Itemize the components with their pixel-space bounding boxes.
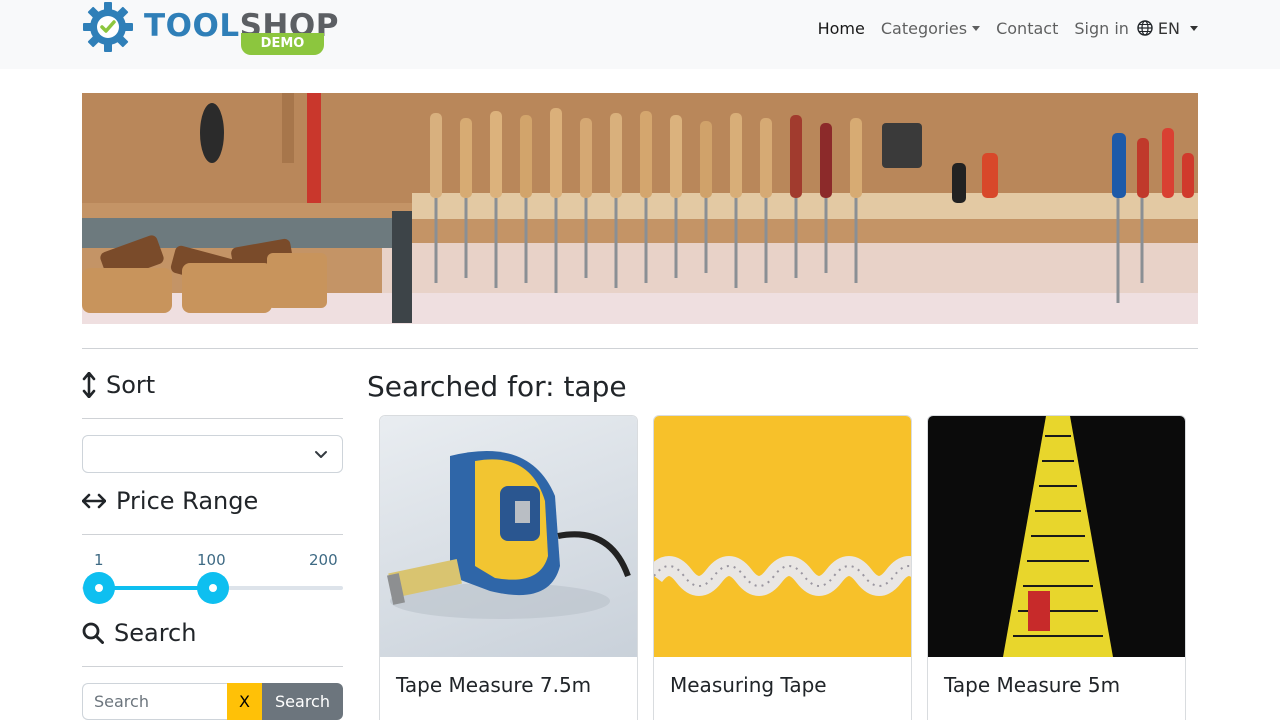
price-range-min-handle[interactable] <box>83 572 115 604</box>
horizontal-arrows-icon <box>82 493 106 509</box>
nav-categories-label: Categories <box>880 18 968 38</box>
divider <box>82 534 343 535</box>
search-icon <box>82 622 104 644</box>
sort-arrows-icon <box>82 372 96 398</box>
language-dropdown[interactable]: EN <box>1129 19 1198 38</box>
nav-categories-dropdown[interactable]: Categories <box>873 19 988 38</box>
price-value-label: 100 <box>197 551 226 569</box>
clear-search-button[interactable]: X <box>227 683 262 720</box>
product-name: Tape Measure 5m <box>944 673 1121 697</box>
search-heading-label: Search <box>114 619 197 647</box>
product-card[interactable]: Tape Measure 7.5m <box>379 415 638 720</box>
product-card[interactable]: Tape Measure 5m <box>927 415 1186 720</box>
product-name: Measuring Tape <box>670 673 827 697</box>
search-input[interactable] <box>82 683 227 720</box>
price-range-heading-label: Price Range <box>116 487 259 515</box>
divider <box>82 666 343 667</box>
sort-heading-label: Sort <box>106 371 156 399</box>
price-range-heading: Price Range <box>82 487 258 515</box>
search-results-title: Searched for: tape <box>367 370 627 403</box>
divider <box>82 418 343 419</box>
chevron-down-icon <box>315 451 327 458</box>
gear-check-icon <box>83 2 133 52</box>
caret-down-icon <box>972 25 981 31</box>
demo-badge: DEMO <box>241 33 324 55</box>
nav-home[interactable]: Home <box>810 19 873 38</box>
product-image <box>928 416 1185 657</box>
tape-measure-image <box>387 451 631 619</box>
sort-heading: Sort <box>82 371 155 399</box>
search-heading: Search <box>82 619 196 647</box>
price-range-max-handle[interactable] <box>197 572 229 604</box>
sort-select[interactable] <box>82 435 343 473</box>
hero-banner-image <box>82 93 1198 324</box>
main-nav: Home Categories Contact Sign in EN <box>810 0 1198 56</box>
divider <box>82 348 1198 349</box>
language-label: EN <box>1157 18 1180 38</box>
product-image <box>654 416 911 657</box>
search-button[interactable]: Search <box>262 683 343 720</box>
tape-measure-closeup-image <box>1003 416 1113 657</box>
globe-icon <box>1137 20 1153 36</box>
nav-contact[interactable]: Contact <box>988 19 1066 38</box>
toolshop-logo[interactable]: TOOLSHOP DEMO <box>82 0 338 58</box>
nav-sign-in[interactable]: Sign in <box>1066 19 1129 38</box>
navbar: TOOLSHOP DEMO Home Categories Contact Si… <box>0 0 1280 69</box>
price-max-label: 200 <box>309 551 338 569</box>
price-min-label: 1 <box>94 551 104 569</box>
measuring-tape-image <box>654 556 911 596</box>
product-image <box>380 416 637 657</box>
product-name: Tape Measure 7.5m <box>396 673 592 697</box>
tool-wall-illustration <box>82 93 1198 324</box>
product-card[interactable]: Measuring Tape <box>653 415 912 720</box>
price-range-selection <box>99 586 213 590</box>
caret-down-icon <box>1190 25 1198 31</box>
